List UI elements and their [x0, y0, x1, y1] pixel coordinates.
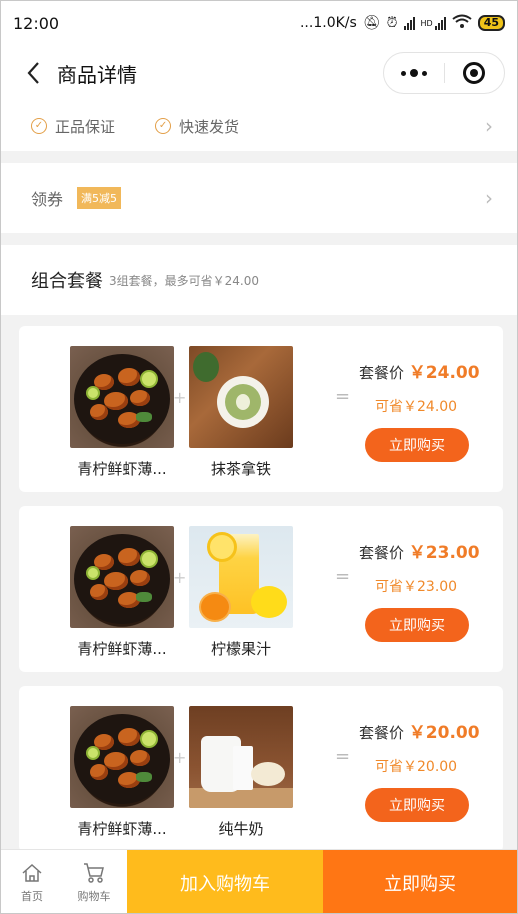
coupon-tag: 满5减5	[77, 187, 122, 209]
check-circle-icon: ✓	[155, 118, 172, 134]
wifi-icon	[452, 14, 472, 32]
signal-icon	[403, 16, 415, 30]
mini-program-capsule	[383, 52, 505, 94]
package-section-title: 组合套餐	[31, 271, 103, 292]
cart-tab[interactable]: 购物车	[63, 850, 125, 913]
guarantee-item: ✓ 正品保证	[31, 116, 115, 137]
equals-icon: =	[335, 386, 351, 407]
check-circle-icon: ✓	[31, 118, 47, 134]
buy-now-button[interactable]: 立即购买	[323, 850, 517, 913]
coupon-row[interactable]: 领券 满5减5 ›	[1, 163, 517, 233]
shrimp-dish-image	[70, 706, 174, 808]
add-to-cart-button[interactable]: 加入购物车	[127, 850, 323, 913]
package-section-subtitle: 3组套餐，最多可省￥24.00	[109, 273, 259, 288]
page-title: 商品详情	[57, 63, 137, 87]
shrimp-dish-image	[70, 346, 174, 448]
package-buy-button[interactable]: 立即购买	[365, 788, 469, 822]
chevron-left-icon	[27, 62, 39, 84]
nav-bar: 商品详情	[1, 45, 517, 101]
status-time: 12:00	[13, 13, 60, 33]
guarantee-label: 快速发货	[179, 117, 240, 136]
package-product[interactable]: 抹茶拿铁	[189, 346, 293, 479]
home-icon	[21, 862, 43, 884]
milk-image	[189, 706, 293, 808]
equals-icon: =	[335, 746, 351, 767]
back-button[interactable]	[21, 59, 45, 87]
home-tab[interactable]: 首页	[1, 850, 63, 913]
bottom-action-bar: 首页 购物车 加入购物车 立即购买	[1, 849, 517, 913]
matcha-latte-image	[189, 346, 293, 448]
alarm-icon: ⏰︎	[386, 15, 398, 31]
package-section-header: 组合套餐 3组套餐，最多可省￥24.00	[1, 245, 517, 315]
package-price-label: 套餐价	[359, 544, 405, 562]
package-save: 可省￥20.00	[375, 759, 458, 775]
package-card: 青柠鲜虾薄... + 纯牛奶 = 套餐价 ￥20.00 可省￥20.00 立即购…	[19, 686, 503, 852]
guarantee-label: 正品保证	[55, 117, 116, 136]
product-name: 抹茶拿铁	[210, 460, 271, 478]
target-icon	[463, 62, 486, 84]
guarantee-item: ✓ 快速发货	[155, 116, 239, 137]
package-price-value: ￥24.00	[408, 363, 480, 383]
package-product[interactable]: 纯牛奶	[189, 706, 293, 839]
package-product[interactable]: 青柠鲜虾薄...	[70, 526, 174, 659]
coupon-label: 领券	[31, 190, 64, 209]
product-name: 青柠鲜虾薄...	[77, 820, 167, 838]
product-name: 柠檬果汁	[210, 640, 271, 658]
guarantee-row[interactable]: ✓ 正品保证 ✓ 快速发货 ›	[1, 101, 517, 151]
signal2-icon	[434, 16, 446, 30]
more-button[interactable]	[384, 53, 444, 93]
chevron-right-icon: ›	[485, 114, 493, 138]
plus-icon: +	[173, 568, 187, 587]
package-buy-button[interactable]: 立即购买	[365, 428, 469, 462]
package-price-value: ￥20.00	[408, 723, 480, 743]
close-mini-program-button[interactable]	[444, 53, 504, 93]
phone-screen: 12:00 ...1.0K/s 🔕︎ ⏰︎ HD 45 商品详情 ✓ 正品保证 …	[0, 0, 518, 914]
chevron-right-icon: ›	[485, 186, 493, 210]
status-bar: 12:00 ...1.0K/s 🔕︎ ⏰︎ HD 45	[1, 1, 517, 45]
package-price: 套餐价 ￥20.00	[359, 718, 480, 743]
product-name: 青柠鲜虾薄...	[77, 640, 167, 658]
package-price-value: ￥23.00	[408, 543, 480, 563]
mute-icon: 🔕︎	[362, 15, 381, 31]
cart-tab-label: 购物车	[77, 889, 111, 903]
product-name: 青柠鲜虾薄...	[77, 460, 167, 478]
shrimp-dish-image	[70, 526, 174, 628]
package-save: 可省￥23.00	[375, 579, 458, 595]
equals-icon: =	[335, 566, 351, 587]
package-card: 青柠鲜虾薄... + 抹茶拿铁 = 套餐价 ￥24.00 可省￥24.00 立即…	[19, 326, 503, 492]
product-name: 纯牛奶	[218, 820, 264, 838]
package-price: 套餐价 ￥23.00	[359, 538, 480, 563]
plus-icon: +	[173, 388, 187, 407]
plus-icon: +	[173, 748, 187, 767]
lemon-juice-image	[189, 526, 293, 628]
package-product[interactable]: 柠檬果汁	[189, 526, 293, 659]
package-buy-button[interactable]: 立即购买	[365, 608, 469, 642]
package-product[interactable]: 青柠鲜虾薄...	[70, 346, 174, 479]
package-price: 套餐价 ￥24.00	[359, 358, 480, 383]
net-speed: ...1.0K/s	[299, 15, 357, 31]
package-price-label: 套餐价	[359, 724, 405, 742]
shopping-cart-icon	[82, 862, 106, 884]
package-product[interactable]: 青柠鲜虾薄...	[70, 706, 174, 839]
hd-label: HD	[420, 18, 433, 28]
status-icons: ...1.0K/s 🔕︎ ⏰︎ HD 45	[300, 14, 505, 32]
battery-icon: 45	[477, 15, 505, 31]
home-tab-label: 首页	[21, 889, 43, 903]
package-card: 青柠鲜虾薄... + 柠檬果汁 = 套餐价 ￥23.00 可省￥23.00 立即…	[19, 506, 503, 672]
package-save: 可省￥24.00	[375, 399, 458, 415]
package-price-label: 套餐价	[359, 364, 405, 382]
